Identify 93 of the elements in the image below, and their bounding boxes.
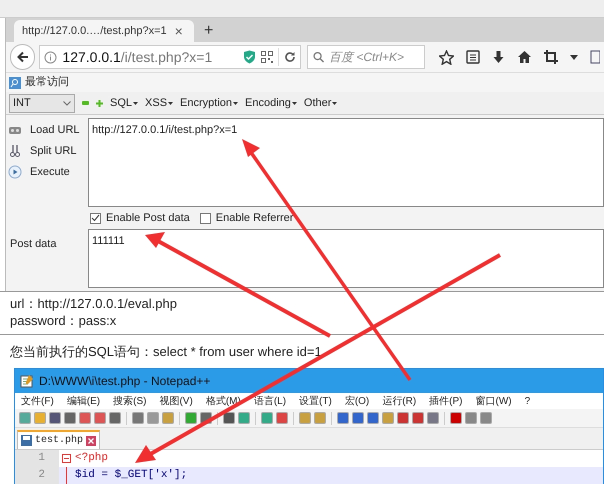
menu-button[interactable]: Other <box>304 94 338 112</box>
menu-item[interactable]: 视图(V) <box>159 394 193 408</box>
post-data-label: Post data <box>10 238 56 250</box>
menu-button[interactable]: XSS <box>145 94 174 112</box>
notepad-app-icon <box>20 374 34 388</box>
reader-list-icon[interactable] <box>466 50 480 64</box>
toolbar-square-icon[interactable] <box>185 412 197 424</box>
menu-item[interactable]: 设置(T) <box>299 394 332 408</box>
scissors-icon <box>8 144 22 158</box>
save-icon <box>21 435 32 446</box>
shield-check-icon <box>243 50 256 64</box>
toolbar-square-icon[interactable] <box>223 412 235 424</box>
toolbar-square-icon[interactable] <box>427 412 439 424</box>
checkbox-option[interactable]: Enable Post data <box>90 210 190 226</box>
menu-item[interactable]: 宏(O) <box>344 394 370 408</box>
menu-item[interactable]: 窗口(W) <box>476 394 512 408</box>
caret-icon <box>332 102 338 104</box>
line-number: 1 <box>15 450 59 467</box>
action-button[interactable]: Execute <box>8 163 86 181</box>
close-icon[interactable] <box>86 436 96 446</box>
action-button[interactable]: Load URL <box>8 121 86 139</box>
dropdown-caret-icon[interactable] <box>570 54 578 60</box>
toolbar-square-icon[interactable] <box>276 412 288 424</box>
star-icon[interactable] <box>439 50 454 64</box>
code-line: <?php <box>74 451 108 466</box>
home-icon[interactable] <box>517 50 532 64</box>
caret-icon <box>292 102 297 104</box>
toolbar-square-icon[interactable] <box>480 412 492 424</box>
menu-item[interactable]: 编辑(E) <box>66 394 100 408</box>
url-value: http://127.0.0.1/i/test.php?x=1 <box>92 124 238 136</box>
page-text: password：pass:x <box>10 312 118 329</box>
checkbox[interactable] <box>200 212 211 224</box>
file-tab[interactable]: test.php <box>17 430 100 449</box>
post-data-textarea[interactable]: 111111 <box>88 229 604 288</box>
page-icon[interactable] <box>590 50 600 64</box>
plus-icon[interactable] <box>96 100 103 106</box>
action-button[interactable]: Split URL <box>8 142 86 160</box>
toolbar-square-icon[interactable] <box>79 412 91 424</box>
caret-icon <box>168 102 174 104</box>
toolbar-square-icon[interactable] <box>49 412 61 424</box>
toolbar-square-icon[interactable] <box>64 412 76 424</box>
download-icon[interactable] <box>492 50 505 64</box>
search-field[interactable]: 百度 <Ctrl+K> <box>307 45 425 69</box>
search-input[interactable]: 百度 <Ctrl+K> <box>329 48 419 66</box>
menu-item[interactable]: 文件(F) <box>21 394 54 408</box>
url-textarea[interactable]: http://127.0.0.1/i/test.php?x=1 <box>88 118 604 207</box>
checkbox[interactable] <box>90 212 101 224</box>
new-tab-button[interactable]: + <box>200 20 218 42</box>
tab-title: http://127.0.0.…/test.php?x=1 <box>22 24 167 39</box>
toolbar-square-icon[interactable] <box>412 412 424 424</box>
crop-icon[interactable] <box>544 50 558 64</box>
reload-icon[interactable] <box>284 51 296 63</box>
window-title: D:\WWW\i\test.php - Notepad++ <box>39 373 210 390</box>
page-text: url：http://127.0.0.1/eval.php <box>10 295 178 312</box>
search-icon <box>313 51 324 63</box>
toolbar-square-icon[interactable] <box>465 412 477 424</box>
toolbar-square-icon[interactable] <box>132 412 144 424</box>
toolbar-square-icon[interactable] <box>94 412 106 424</box>
toolbar-square-icon[interactable] <box>352 412 364 424</box>
toolbar-square-icon[interactable] <box>397 412 409 424</box>
toolbar-square-icon[interactable] <box>450 412 462 424</box>
chevron-down-icon <box>63 100 71 106</box>
toolbar-square-icon[interactable] <box>337 412 349 424</box>
fold-minus-icon[interactable] <box>62 454 70 463</box>
code-line: $id = $_GET['x']; <box>74 468 188 484</box>
tab-title: test.php <box>35 434 84 448</box>
folder-search-icon <box>9 76 21 88</box>
back-arrow-icon <box>16 51 29 63</box>
back-button[interactable] <box>10 44 36 70</box>
browser-tab[interactable]: http://127.0.0.…/test.php?x=1 × <box>14 20 194 42</box>
menu-item[interactable]: 运行(R) <box>382 394 416 408</box>
caret-icon <box>233 102 238 104</box>
post-data-value: 111111 <box>92 235 125 247</box>
menu-button[interactable]: SQL <box>110 94 138 112</box>
menu-button[interactable]: Encryption <box>180 94 238 112</box>
toolbar-square-icon[interactable] <box>367 412 379 424</box>
menu-item[interactable]: ? <box>524 394 530 408</box>
menu-button[interactable]: Encoding <box>245 94 297 112</box>
checkbox-option[interactable]: Enable Referrer <box>200 210 294 226</box>
bookmark-folder[interactable]: 最常访问 <box>9 74 69 91</box>
url-text: 127.0.0.1/i/test.php?x=1 <box>62 48 214 67</box>
caret-icon <box>133 102 138 104</box>
line-number: 2 <box>15 467 59 484</box>
sql-statement: 您当前执行的SQL语句：select * from user where id=1 <box>10 343 323 360</box>
address-field[interactable]: 127.0.0.1/i/test.php?x=1 <box>39 45 301 69</box>
qr-code-icon[interactable] <box>261 51 273 63</box>
info-icon <box>44 50 58 64</box>
menu-item[interactable]: 插件(P) <box>429 394 463 408</box>
menu-item[interactable]: 语言(L) <box>254 394 286 408</box>
toolbar-square-icon[interactable] <box>109 412 121 424</box>
menu-item[interactable]: 搜索(S) <box>113 394 146 408</box>
type-select[interactable]: INT <box>9 94 75 112</box>
close-tab-button[interactable]: × <box>174 24 183 38</box>
